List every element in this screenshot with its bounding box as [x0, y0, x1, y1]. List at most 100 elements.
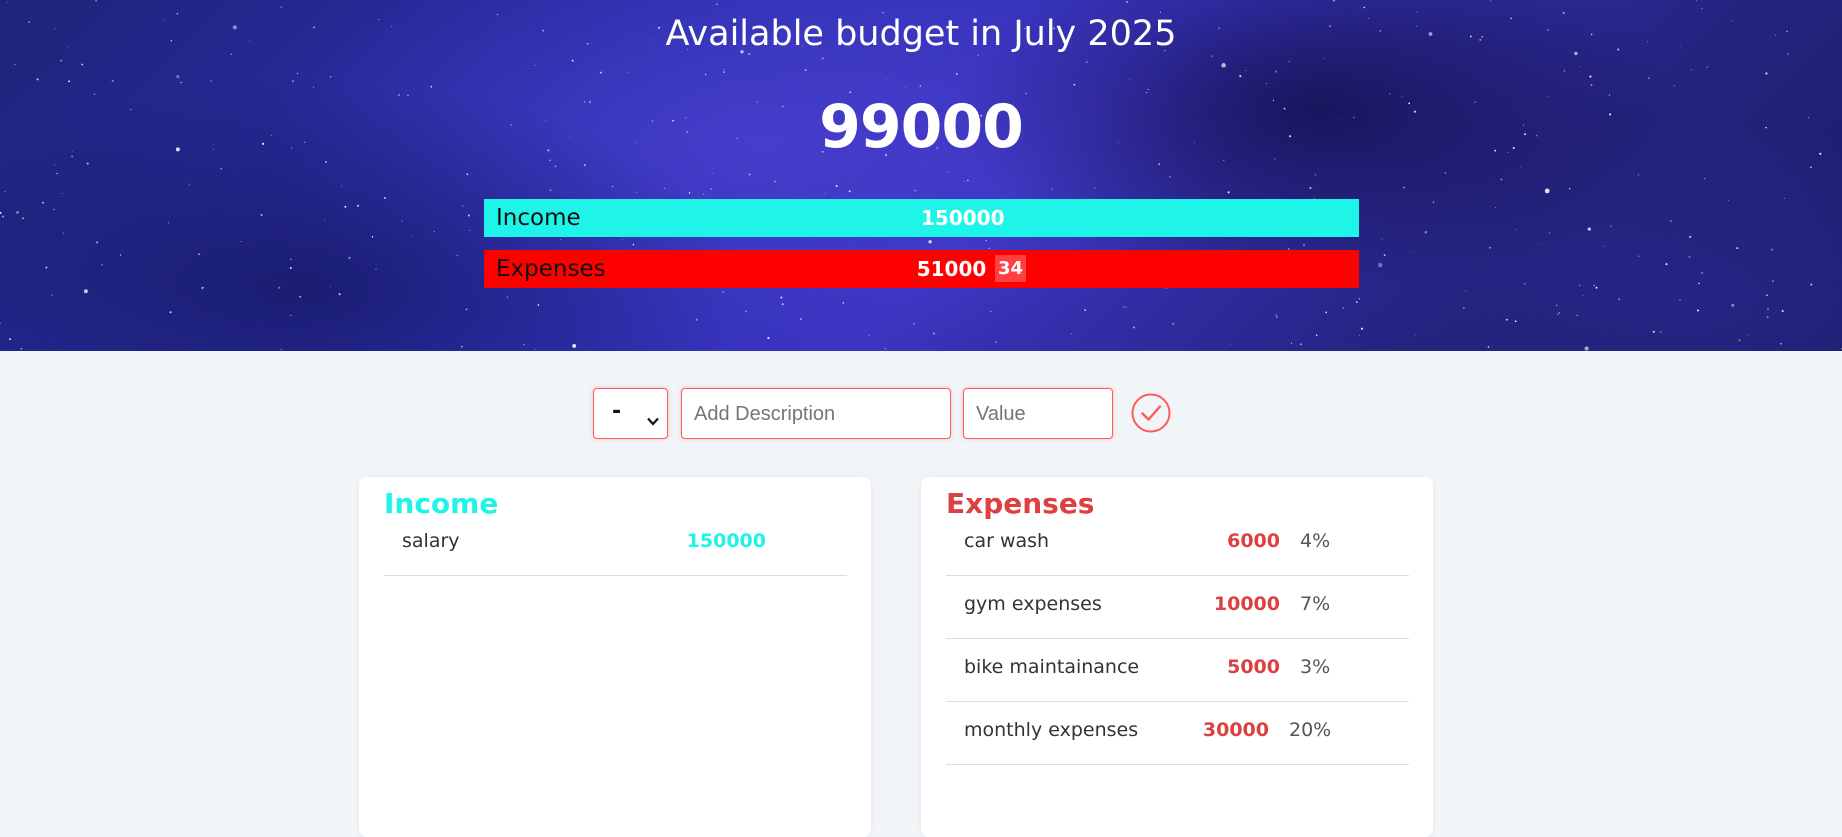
star: [0, 211, 2, 214]
star: [1688, 256, 1691, 258]
star: [1556, 304, 1558, 307]
value-input[interactable]: Value: [963, 388, 1113, 439]
star: [1355, 301, 1358, 303]
star: [180, 81, 182, 84]
type-select[interactable]: -: [593, 388, 668, 439]
expense-list-item: bike maintainance 5000 3%: [946, 639, 1409, 702]
expense-item-percent: 3%: [1300, 656, 1331, 678]
star: [995, 341, 997, 343]
star: [919, 84, 922, 87]
star: [1489, 0, 1492, 1]
star: [312, 86, 315, 88]
star: [119, 254, 122, 256]
star: [338, 293, 341, 296]
star: [202, 286, 204, 289]
star: [1381, 238, 1383, 240]
star: [86, 162, 89, 165]
submit-button[interactable]: [1131, 393, 1171, 433]
star: [1500, 178, 1503, 181]
star: [296, 72, 299, 74]
star: [702, 193, 705, 195]
star: [1363, 6, 1366, 9]
income-summary-label: Income: [496, 205, 581, 231]
star: [537, 304, 540, 306]
star: [1505, 318, 1508, 321]
star: [433, 231, 435, 232]
star: [571, 59, 574, 62]
star: [988, 247, 990, 249]
star: [1589, 75, 1592, 78]
star: [1169, 176, 1171, 178]
star: [1780, 342, 1782, 345]
star: [663, 187, 666, 190]
star: [1727, 199, 1729, 201]
star: [688, 192, 691, 194]
expense-item-description: monthly expenses: [964, 719, 1139, 741]
star: [612, 186, 614, 188]
star: [885, 79, 887, 81]
star: [1265, 83, 1267, 85]
expenses-summary-bar: Expenses 51000 34: [484, 250, 1359, 288]
star: [1309, 187, 1312, 190]
star: [1444, 171, 1447, 174]
star: [1704, 178, 1706, 180]
star: [1772, 280, 1774, 282]
star: [967, 179, 969, 182]
star: [383, 197, 386, 200]
star: [1245, 70, 1247, 71]
star: [554, 165, 557, 168]
star: [1652, 330, 1655, 333]
star: [1432, 201, 1435, 203]
expense-list-item: monthly expenses 30000 20%: [946, 702, 1409, 765]
star: [722, 291, 724, 293]
star: [96, 241, 99, 244]
star: [1358, 298, 1360, 300]
star: [704, 73, 707, 76]
star: [278, 286, 281, 289]
star: [868, 335, 870, 337]
star: [1303, 244, 1305, 246]
star: [1701, 272, 1703, 274]
expense-item-value: 30000: [1202, 719, 1269, 741]
star: [932, 332, 935, 335]
star: [461, 205, 464, 207]
star: [1094, 187, 1096, 189]
description-input[interactable]: Add Description: [681, 388, 951, 439]
star: [745, 310, 747, 312]
star: [1783, 197, 1785, 199]
star: [1126, 1, 1129, 3]
expense-item-percent: 4%: [1300, 530, 1331, 552]
star: [632, 243, 635, 246]
star: [1637, 255, 1640, 257]
star: [560, 239, 562, 241]
star: [1603, 245, 1605, 247]
expense-item-description: gym expenses: [964, 593, 1102, 615]
star: [1275, 314, 1277, 316]
star: [572, 343, 577, 348]
star: [375, 268, 377, 270]
star: [36, 78, 39, 81]
star: [599, 71, 602, 74]
star: [1416, 11, 1418, 13]
star: [1766, 316, 1769, 318]
star: [1125, 306, 1127, 308]
star: [1172, 322, 1175, 325]
star: [329, 285, 331, 288]
star: [601, 70, 603, 72]
star: [340, 185, 342, 187]
star: [1515, 228, 1517, 230]
star: [928, 240, 932, 244]
star: [20, 347, 23, 350]
star: [81, 63, 84, 66]
star: [710, 188, 712, 190]
star: [1424, 230, 1428, 234]
star: [622, 239, 624, 241]
add-item-form: - Add Description Value: [0, 388, 1842, 440]
star: [963, 180, 965, 182]
star: [723, 69, 725, 71]
star: [1670, 220, 1672, 222]
star: [1332, 0, 1335, 2]
star: [534, 64, 536, 66]
star: [1587, 227, 1591, 231]
type-select-value: -: [612, 399, 622, 424]
